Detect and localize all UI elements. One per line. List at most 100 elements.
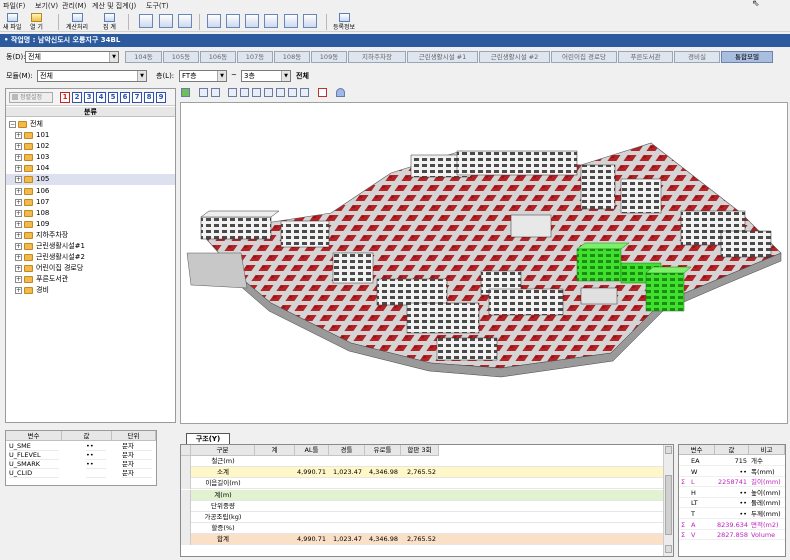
tab-integrated-model[interactable]: 통합모델 [721,51,773,63]
orbit-icon[interactable] [199,88,208,97]
calc-button[interactable]: 계산처리 [66,13,88,31]
level-button-5[interactable]: 5 [108,92,118,103]
zoom-window-icon[interactable] [178,14,192,28]
tab-library[interactable]: 푸른도서관 [618,51,673,63]
tree-item[interactable]: +104 [6,163,175,174]
scroll-up-icon[interactable] [665,446,672,454]
row-selector[interactable] [181,523,191,535]
pan-icon[interactable] [211,88,220,97]
register-button[interactable]: 등록정보 [333,13,355,31]
tab-106[interactable]: 106동 [200,51,236,63]
tab-parking[interactable]: 지하주차장 [348,51,406,63]
tree-item[interactable]: +103 [6,152,175,163]
row-selector[interactable] [181,478,191,490]
report-3-icon[interactable] [245,14,259,28]
scroll-down-icon[interactable] [665,545,672,553]
expand-icon[interactable]: + [15,254,22,262]
expand-icon[interactable]: + [15,265,22,273]
tree-item[interactable]: +106 [6,186,175,197]
row-selector[interactable] [181,534,191,546]
expand-icon[interactable]: + [15,287,22,295]
scrollbar-thumb[interactable] [665,475,672,535]
tree-item[interactable]: +105 [6,174,175,186]
render-mode-icon[interactable] [181,88,190,97]
expand-icon[interactable]: + [15,187,22,195]
floor-to-select[interactable]: 3층 ▼ [241,70,291,82]
tree-item[interactable]: +109 [6,219,175,230]
menu-file[interactable]: 파일(F) [3,1,25,11]
expand-icon[interactable]: + [15,243,22,250]
vertical-scrollbar[interactable] [663,445,673,556]
expand-icon[interactable]: + [15,220,22,228]
zoom-out-icon[interactable] [159,14,173,28]
expand-icon[interactable]: + [15,198,22,206]
zoom-icon[interactable] [139,14,153,28]
tab-daycare[interactable]: 어린이집 경로당 [551,51,617,63]
view-top-icon[interactable] [276,88,285,97]
tree-item[interactable]: + 어린이집 경로당 [6,263,175,274]
variable-value[interactable]: •• [86,460,106,469]
view-front-icon[interactable] [228,88,237,97]
level-button-6[interactable]: 6 [120,92,130,103]
expand-icon[interactable]: + [15,165,22,173]
report-2-icon[interactable] [226,14,240,28]
row-selector[interactable] [181,489,191,501]
expand-icon[interactable]: + [15,276,22,284]
tab-105[interactable]: 105동 [163,51,199,63]
module-select[interactable]: 전체 ▼ [37,70,147,82]
variable-value[interactable] [86,469,106,478]
tab-guard[interactable]: 경비실 [674,51,720,63]
expand-icon[interactable]: + [15,176,22,184]
tab-107[interactable]: 107동 [237,51,273,63]
shade-icon[interactable] [336,88,345,97]
menu-calc[interactable]: 계산 및 집계(J) [92,1,136,11]
collapse-icon[interactable]: − [9,121,16,128]
expand-icon[interactable]: + [15,231,22,239]
list-icon[interactable] [318,88,327,97]
sort-settings-button[interactable]: 정렬설정 [9,92,53,103]
floor-from-select[interactable]: FT층 ▼ [179,70,227,82]
view-right-icon[interactable] [264,88,273,97]
dong-select[interactable]: 전체 ▼ [25,51,119,63]
variable-value[interactable]: •• [86,442,106,451]
level-button-7[interactable]: 7 [132,92,142,103]
level-button-2[interactable]: 2 [72,92,82,103]
expand-icon[interactable]: + [15,143,22,151]
expand-icon[interactable]: + [15,154,22,162]
tree-item[interactable]: + 경비 [6,285,175,296]
tree-item[interactable]: +101 [6,130,175,141]
menu-tools[interactable]: 도구(T) [146,1,169,11]
report-5-icon[interactable] [284,14,298,28]
new-file-button[interactable]: 새 파일 [3,13,21,31]
view-left-icon[interactable] [252,88,261,97]
level-button-8[interactable]: 8 [144,92,154,103]
3d-model-viewport[interactable] [180,102,788,424]
tab-104[interactable]: 104동 [125,51,162,63]
row-selector[interactable] [181,512,191,523]
menu-manage[interactable]: 관리(M) [62,1,86,11]
expand-icon[interactable]: + [15,209,22,217]
tab-108[interactable]: 108동 [274,51,310,63]
row-selector[interactable] [181,467,191,479]
tab-109[interactable]: 109동 [311,51,347,63]
menu-view[interactable]: 보기(V) [35,1,58,11]
tab-neighborhood-1[interactable]: 근린생활시설 #1 [407,51,478,63]
open-button[interactable]: 열 기 [30,13,43,31]
level-button-3[interactable]: 3 [84,92,94,103]
tree-item[interactable]: + 근린생활시설#2 [6,252,175,263]
tree-item[interactable]: +107 [6,197,175,208]
level-button-9[interactable]: 9 [156,92,166,103]
aggregate-button[interactable]: 집 계 [103,13,116,31]
row-selector[interactable] [181,500,191,512]
tree-item[interactable]: + 지하주차장 [6,230,175,241]
view-bottom-icon[interactable] [288,88,297,97]
level-button-4[interactable]: 4 [96,92,106,103]
report-6-icon[interactable] [303,14,317,28]
tab-neighborhood-2[interactable]: 근린생활시설 #2 [479,51,550,63]
view-back-icon[interactable] [240,88,249,97]
variable-value[interactable]: •• [86,451,106,460]
report-4-icon[interactable] [264,14,278,28]
tree-item[interactable]: + 푸른도서관 [6,274,175,285]
tree-item[interactable]: +108 [6,208,175,219]
tree-root[interactable]: − 전체 [6,119,175,130]
